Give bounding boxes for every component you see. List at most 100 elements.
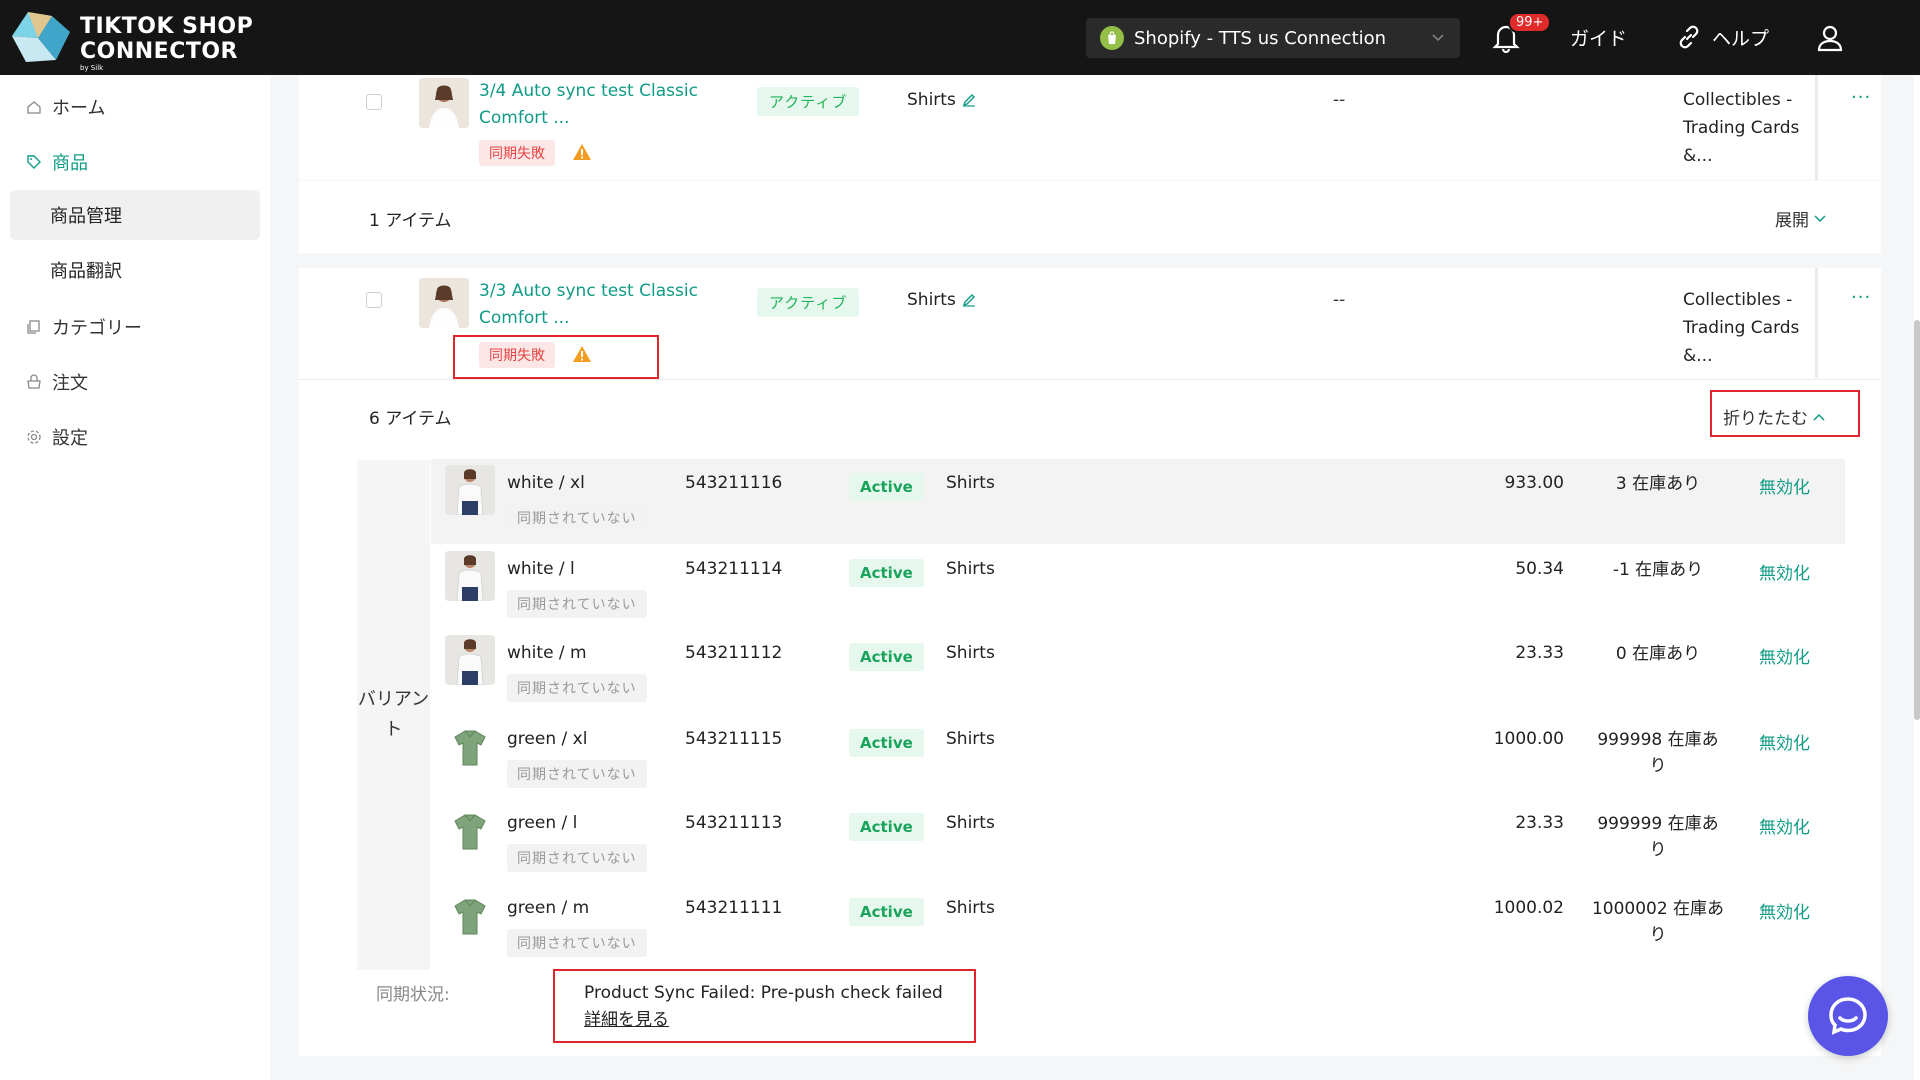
variant-sku: 543211114: [685, 559, 783, 579]
product-row: 3/4 Auto sync test Classic Comfort ... 同…: [299, 75, 1881, 180]
tiktok-shop-connector-logo[interactable]: [8, 8, 74, 66]
sync-status-tag: 同期されていない: [507, 674, 647, 702]
variant-stock: 999998 在庫あり: [1588, 727, 1728, 779]
variant-row: green / l 同期されていない 543211113 Active Shirts 23…: [431, 799, 1845, 884]
product-title-link[interactable]: 3/4 Auto sync test Classic Comfort ...: [479, 78, 709, 132]
row-checkbox[interactable]: [366, 292, 382, 308]
variant-sku: 543211116: [685, 473, 783, 493]
shopify-icon: [1100, 26, 1124, 50]
scrollbar-thumb[interactable]: [1914, 320, 1920, 720]
variant-status-badge: Active: [849, 473, 924, 501]
more-actions-button[interactable]: ···: [1851, 87, 1871, 108]
variant-status-badge: Active: [849, 643, 924, 671]
copy-icon: [27, 320, 40, 334]
status-badge: アクティブ: [757, 288, 860, 317]
disable-button[interactable]: 無効化: [1759, 813, 1810, 838]
variant-row: green / xl 同期されていない 543211115 Active Shirts 1…: [431, 715, 1845, 800]
sidebar-item-settings[interactable]: 設定: [26, 424, 88, 450]
edit-icon[interactable]: [962, 293, 976, 307]
disable-button[interactable]: 無効化: [1759, 643, 1810, 668]
variant-name: green / m: [507, 898, 590, 918]
guide-link[interactable]: ガイド: [1570, 24, 1627, 51]
sync-failed-tag: 同期失敗: [479, 140, 555, 166]
link-icon[interactable]: [1676, 24, 1702, 50]
highlight-box: [1710, 390, 1860, 437]
disable-button[interactable]: 無効化: [1759, 559, 1810, 584]
variant-sku: 543211115: [685, 729, 783, 749]
brand-byline: by Silk: [80, 64, 104, 72]
chevron-down-icon: [1432, 34, 1444, 42]
column-divider: [1815, 75, 1818, 180]
variant-label-line: バリアン: [357, 689, 430, 710]
category-label: Shirts: [907, 90, 956, 110]
variant-category: Shirts: [946, 898, 995, 918]
expand-button[interactable]: 展開: [1775, 206, 1827, 231]
chevron-down-icon: [1814, 214, 1826, 222]
sidebar-item-product-management[interactable]: 商品管理: [10, 190, 260, 240]
column-divider: [1815, 268, 1818, 378]
sync-error-text: Product Sync Failed: Pre-push check fail…: [584, 983, 943, 1003]
variant-category: Shirts: [946, 813, 995, 833]
sidebar-item-home[interactable]: ホーム: [26, 94, 105, 120]
brand-line-2: CONNECTOR: [80, 39, 238, 64]
sidebar-item-category[interactable]: カテゴリー: [26, 314, 142, 340]
category-label: Shirts: [907, 290, 956, 310]
stock-line: 1000002 在庫あ: [1591, 899, 1725, 919]
variant-sku: 543211113: [685, 813, 783, 833]
sync-status-tag: 同期されていない: [507, 504, 647, 532]
variant-status-badge: Active: [849, 813, 924, 841]
variant-name: white / xl: [507, 473, 585, 493]
variant-label-line: ト: [384, 719, 403, 740]
tiktok-category: Collectibles - Trading Cards &...: [1683, 286, 1833, 370]
sync-status-message: Product Sync Failed: Pre-push check fail…: [584, 980, 943, 1034]
row-checkbox[interactable]: [366, 94, 382, 110]
items-summary-row: 1 アイテム 展開: [299, 181, 1881, 253]
stock-line: 0 在庫あり: [1615, 644, 1701, 664]
sidebar-item-product-translation[interactable]: 商品翻訳: [10, 245, 260, 295]
stock-line: り: [1649, 925, 1667, 945]
variant-stock: 3 在庫あり: [1588, 471, 1728, 497]
sync-status-label: 同期状況:: [376, 985, 450, 1005]
variant-price: 50.34: [1515, 559, 1564, 579]
user-icon[interactable]: [1816, 24, 1844, 52]
sidebar-item-label: ホーム: [52, 98, 106, 119]
disable-button[interactable]: 無効化: [1759, 473, 1810, 498]
variant-stock: -1 在庫あり: [1588, 557, 1728, 583]
variant-price: 23.33: [1515, 813, 1564, 833]
scrollbar[interactable]: [1914, 75, 1920, 1080]
sidebar-item-label: 設定: [52, 428, 88, 449]
variant-thumbnail: [445, 721, 495, 771]
stock-line: り: [1649, 840, 1667, 860]
status-badge: アクティブ: [757, 87, 860, 116]
variant-stock: 0 在庫あり: [1588, 641, 1728, 667]
empty-value: --: [1333, 90, 1346, 110]
sidebar-item-label: 商品管理: [50, 206, 122, 227]
chat-button[interactable]: [1808, 976, 1888, 1056]
variant-thumbnail: [445, 551, 495, 601]
variant-sku: 543211111: [685, 898, 783, 918]
sidebar-item-label: 商品: [52, 153, 88, 174]
gear-icon: [27, 430, 41, 444]
edit-icon[interactable]: [962, 93, 976, 107]
disable-button[interactable]: 無効化: [1759, 729, 1810, 754]
tiktok-category-line: Trading Cards &...: [1683, 118, 1800, 166]
sync-status-tag: 同期されていない: [507, 929, 647, 957]
view-details-link[interactable]: 詳細を見る: [584, 1010, 669, 1030]
warning-icon[interactable]: [572, 143, 592, 161]
items-count: 6 アイテム: [369, 409, 452, 429]
sidebar-item-products[interactable]: 商品: [26, 149, 88, 175]
help-link[interactable]: ヘルプ: [1712, 24, 1769, 51]
product-title-link[interactable]: 3/3 Auto sync test Classic Comfort ...: [479, 278, 709, 332]
store-selector[interactable]: Shopify - TTS us Connection: [1086, 18, 1460, 58]
sidebar: ホーム 商品 商品管理 商品翻訳 カテゴリー 注文 設定: [0, 75, 270, 1080]
stock-line: 999998 在庫あ: [1597, 730, 1719, 750]
product-thumbnail: [419, 78, 469, 128]
variant-thumbnail: [445, 465, 495, 515]
sidebar-item-orders[interactable]: 注文: [26, 369, 88, 395]
variant-status-badge: Active: [849, 729, 924, 757]
more-actions-button[interactable]: ···: [1851, 287, 1871, 308]
product-thumbnail: [419, 278, 469, 328]
tiktok-category-line: Collectibles -: [1683, 90, 1793, 110]
disable-button[interactable]: 無効化: [1759, 898, 1810, 923]
store-name: Shopify - TTS us Connection: [1134, 27, 1387, 49]
